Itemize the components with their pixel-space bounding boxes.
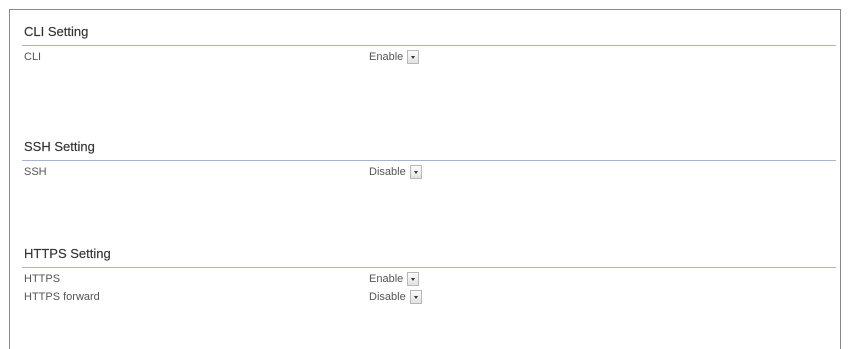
https-forward-select[interactable]: Disable <box>369 289 422 305</box>
setting-row-cli: CLI Enable <box>22 46 836 70</box>
https-setting-section: HTTPS Setting HTTPS Enable HTTPS forward… <box>22 241 836 306</box>
chevron-down-icon[interactable] <box>407 272 420 286</box>
cli-setting-section: CLI Setting CLI Enable <box>22 19 836 70</box>
setting-row-ssh: SSH Disable <box>22 161 836 185</box>
ssh-setting-section: SSH Setting SSH Disable <box>22 134 836 185</box>
https-forward-label: HTTPS forward <box>24 291 100 303</box>
cli-label: CLI <box>24 51 42 63</box>
ssh-label: SSH <box>24 166 47 178</box>
cli-select[interactable]: Enable <box>369 49 420 65</box>
section-title-ssh: SSH Setting <box>22 134 836 161</box>
settings-panel: CLI Setting CLI Enable SSH Setting SSH D… <box>9 9 841 349</box>
chevron-down-icon[interactable] <box>407 50 420 64</box>
setting-row-https-forward: HTTPS forward Disable <box>22 286 836 306</box>
cli-select-value: Enable <box>369 51 404 63</box>
https-label: HTTPS <box>24 273 61 285</box>
section-title-https: HTTPS Setting <box>22 241 836 268</box>
https-forward-select-value: Disable <box>369 291 406 303</box>
ssh-select[interactable]: Disable <box>369 164 422 180</box>
https-select-value: Enable <box>369 273 404 285</box>
chevron-down-icon[interactable] <box>409 290 422 304</box>
chevron-down-icon[interactable] <box>409 165 422 179</box>
ssh-select-value: Disable <box>369 166 406 178</box>
section-title-cli: CLI Setting <box>22 19 836 46</box>
https-select[interactable]: Enable <box>369 271 420 287</box>
